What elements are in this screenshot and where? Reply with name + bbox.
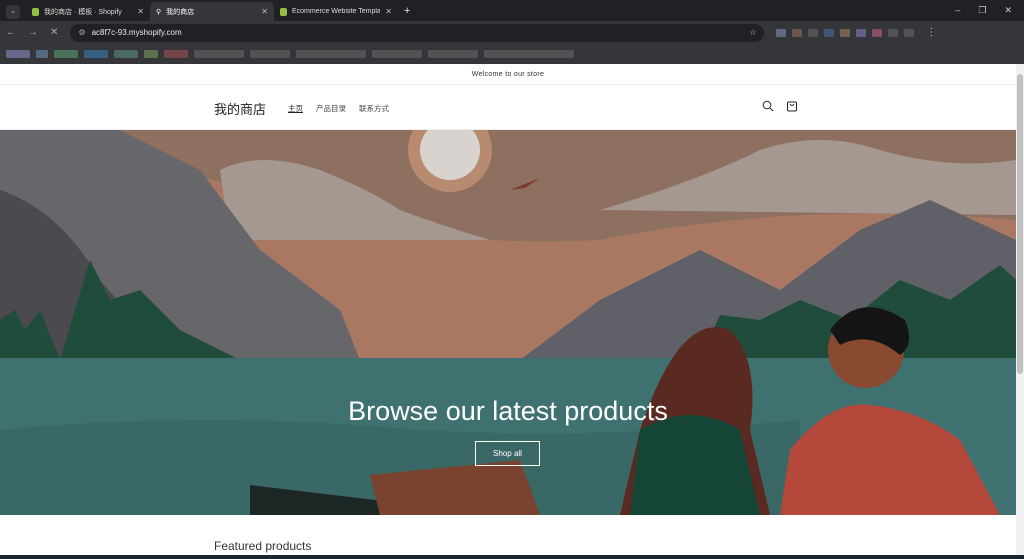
close-tab-icon[interactable]: ✕ — [261, 7, 268, 16]
extension-icon[interactable] — [904, 28, 915, 37]
nav-catalog[interactable]: 产品目录 — [316, 103, 346, 114]
bookmark[interactable] — [296, 50, 366, 58]
bookmark[interactable] — [84, 50, 108, 58]
link-icon: ⚲ — [156, 8, 162, 16]
cart-icon[interactable] — [786, 100, 798, 112]
minimize-button[interactable]: – — [955, 5, 960, 16]
taskbar — [0, 555, 1024, 559]
featured-products-heading: Featured products — [214, 539, 312, 553]
hero-title: Browse our latest products — [348, 396, 668, 426]
bookmarks-bar — [0, 44, 1024, 64]
shop-all-button[interactable]: Shop all — [475, 441, 540, 466]
address-bar[interactable]: ⚙ ac8f7c-93.myshopify.com ☆ — [70, 23, 765, 42]
tab-shopify-admin[interactable]: 我的商店 · 模板 · Shopify ✕ — [26, 2, 150, 21]
extension-icon[interactable] — [824, 28, 835, 37]
tab-bar: ⌄ 我的商店 · 模板 · Shopify ✕ ⚲ 我的商店 ✕ Ecommerce … — [0, 0, 1024, 21]
main-nav: 主页 产品目录 联系方式 — [288, 103, 389, 114]
site-info-icon[interactable]: ⚙ — [78, 28, 85, 37]
nav-contact[interactable]: 联系方式 — [359, 103, 389, 114]
bookmark[interactable] — [144, 50, 158, 58]
extensions — [776, 28, 915, 37]
extension-icon[interactable] — [888, 28, 899, 37]
store-logo[interactable]: 我的商店 — [214, 99, 266, 118]
extension-icon[interactable] — [856, 28, 867, 37]
bookmark[interactable] — [6, 50, 30, 58]
bookmark-star-icon[interactable]: ☆ — [749, 28, 756, 37]
stop-loading-icon[interactable]: ✕ — [50, 27, 58, 38]
menu-icon[interactable]: ⋮ — [926, 27, 936, 38]
extension-icon[interactable] — [792, 28, 803, 37]
back-icon[interactable]: ← — [6, 27, 16, 38]
tab-my-store[interactable]: ⚲ 我的商店 ✕ — [150, 2, 274, 21]
shopify-icon — [32, 7, 39, 16]
tab-ecommerce-template[interactable]: Ecommerce Website Templat ✕ — [274, 2, 398, 21]
search-icon[interactable] — [762, 100, 774, 112]
bookmark[interactable] — [54, 50, 78, 58]
shopify-icon — [280, 7, 287, 16]
bookmark[interactable] — [164, 50, 188, 58]
store-header: 我的商店 主页 产品目录 联系方式 — [0, 86, 1016, 130]
bookmark[interactable] — [36, 50, 48, 58]
tab-search-button[interactable]: ⌄ — [6, 4, 20, 19]
bookmark[interactable] — [372, 50, 422, 58]
scrollbar-thumb[interactable] — [1017, 74, 1023, 374]
bookmark[interactable] — [250, 50, 290, 58]
extension-icon[interactable] — [808, 28, 819, 37]
close-tab-icon[interactable]: ✕ — [385, 7, 392, 16]
bookmark[interactable] — [194, 50, 244, 58]
extension-icon[interactable] — [872, 28, 883, 37]
maximize-button[interactable]: ❐ — [978, 5, 986, 16]
hero-banner: Browse our latest products Shop all — [0, 130, 1016, 515]
scrollbar[interactable] — [1016, 64, 1024, 555]
extension-icon[interactable] — [840, 28, 851, 37]
extension-icon[interactable] — [776, 28, 787, 37]
bookmark[interactable] — [428, 50, 478, 58]
address-toolbar: ← → ✕ ⚙ ac8f7c-93.myshopify.com ☆ ⋮ — [0, 21, 1024, 44]
announcement-bar: Welcome to our store — [0, 64, 1016, 85]
nav-home[interactable]: 主页 — [288, 103, 303, 114]
forward-icon[interactable]: → — [28, 27, 38, 38]
close-window-button[interactable]: ✕ — [1004, 5, 1012, 16]
new-tab-button[interactable]: + — [404, 5, 410, 17]
bookmark[interactable] — [484, 50, 574, 58]
close-tab-icon[interactable]: ✕ — [137, 7, 144, 16]
bookmark[interactable] — [114, 50, 138, 58]
